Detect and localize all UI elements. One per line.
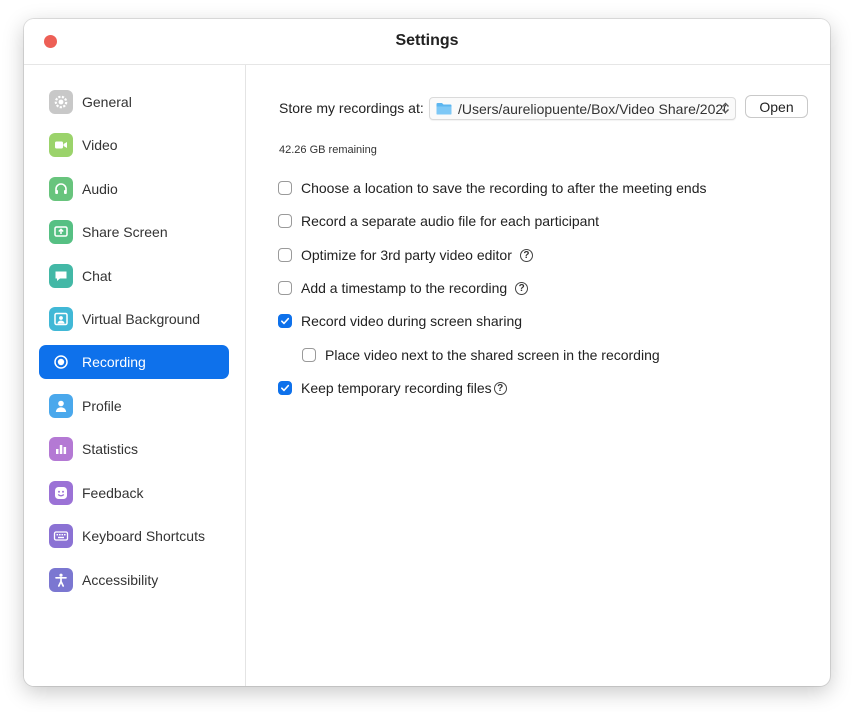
sidebar-item-share-screen[interactable]: Share Screen	[39, 215, 229, 249]
sidebar-item-audio[interactable]: Audio	[39, 172, 229, 206]
person-frame-icon	[49, 307, 73, 331]
sidebar-item-chat[interactable]: Chat	[39, 259, 229, 293]
sidebar-item-general[interactable]: General	[39, 85, 229, 119]
sidebar-item-label: Feedback	[82, 485, 144, 501]
sidebar-item-video[interactable]: Video	[39, 128, 229, 162]
option-label: Add a timestamp to the recording	[301, 280, 508, 296]
folder-icon	[436, 102, 452, 115]
option-timestamp[interactable]: Add a timestamp to the recording ?	[278, 280, 529, 296]
sidebar-item-keyboard-shortcuts[interactable]: Keyboard Shortcuts	[39, 519, 229, 553]
bar-chart-icon	[49, 437, 73, 461]
sidebar-item-feedback[interactable]: Feedback	[39, 476, 229, 510]
help-icon[interactable]: ?	[519, 248, 533, 262]
chat-bubble-icon	[49, 264, 73, 288]
sidebar-item-statistics[interactable]: Statistics	[39, 432, 229, 466]
option-optimize-editor[interactable]: Optimize for 3rd party video editor ?	[278, 247, 533, 263]
checkbox[interactable]	[278, 181, 292, 195]
video-camera-icon	[49, 133, 73, 157]
option-label: Record a separate audio file for each pa…	[301, 213, 600, 229]
sidebar-item-label: Audio	[82, 181, 118, 197]
sidebar-item-label: General	[82, 94, 132, 110]
recording-settings-panel: Store my recordings at: /Users/aureliopu…	[246, 65, 830, 686]
share-screen-icon	[49, 220, 73, 244]
sidebar-item-accessibility[interactable]: Accessibility	[39, 563, 229, 597]
title-bar: Settings	[24, 19, 830, 65]
sidebar-item-label: Profile	[82, 398, 122, 414]
help-icon[interactable]: ?	[493, 381, 507, 395]
sidebar-item-label: Keyboard Shortcuts	[82, 528, 205, 544]
person-icon	[49, 394, 73, 418]
headphones-icon	[49, 177, 73, 201]
keyboard-icon	[49, 524, 73, 548]
option-separate-audio[interactable]: Record a separate audio file for each pa…	[278, 213, 599, 229]
accessibility-icon	[49, 568, 73, 592]
checkbox-checked[interactable]	[278, 314, 292, 328]
sidebar-item-recording[interactable]: Recording	[39, 345, 229, 379]
option-label: Place video next to the shared screen in…	[325, 347, 660, 363]
sidebar-item-label: Virtual Background	[82, 311, 201, 327]
option-keep-temp-files[interactable]: Keep temporary recording files ?	[278, 380, 507, 396]
gear-icon	[49, 90, 73, 114]
option-record-screen-share[interactable]: Record video during screen sharing	[278, 313, 522, 329]
checkbox-checked[interactable]	[278, 381, 292, 395]
sidebar-item-label: Video	[82, 137, 118, 153]
window-title: Settings	[395, 32, 459, 49]
sidebar-item-label: Accessibility	[82, 572, 159, 588]
sidebar-item-label: Statistics	[82, 441, 139, 457]
sidebar-item-profile[interactable]: Profile	[39, 389, 229, 423]
storage-remaining: 42.26 GB remaining	[279, 144, 377, 156]
sidebar-item-label: Share Screen	[82, 224, 168, 240]
sidebar: General Video Audio Share Screen Chat Vi…	[24, 65, 246, 686]
record-icon	[49, 350, 73, 374]
chevron-up-down-icon	[721, 101, 730, 120]
option-label: Optimize for 3rd party video editor	[301, 247, 512, 263]
option-choose-location[interactable]: Choose a location to save the recording …	[278, 180, 706, 196]
option-label: Record video during screen sharing	[301, 313, 523, 329]
option-label: Choose a location to save the recording …	[301, 180, 707, 196]
checkbox[interactable]	[278, 214, 292, 228]
sidebar-item-label: Chat	[82, 268, 112, 284]
smiley-icon	[49, 481, 73, 505]
option-place-video-next[interactable]: Place video next to the shared screen in…	[302, 347, 660, 363]
checkbox[interactable]	[278, 248, 292, 262]
settings-window: Settings General Video Audio Share Scree…	[24, 19, 830, 686]
open-folder-button[interactable]: Open	[745, 95, 808, 118]
help-icon[interactable]: ?	[515, 281, 529, 295]
sidebar-item-label: Recording	[82, 354, 146, 370]
recording-path-select[interactable]: /Users/aureliopuente/Box/Video Share/202…	[429, 97, 736, 120]
option-label: Keep temporary recording files	[301, 380, 492, 396]
checkbox[interactable]	[302, 348, 316, 362]
store-recordings-label: Store my recordings at:	[279, 100, 424, 116]
checkbox[interactable]	[278, 281, 292, 295]
sidebar-item-virtual-background[interactable]: Virtual Background	[39, 302, 229, 336]
recording-path-value: /Users/aureliopuente/Box/Video Share/202…	[458, 100, 726, 117]
